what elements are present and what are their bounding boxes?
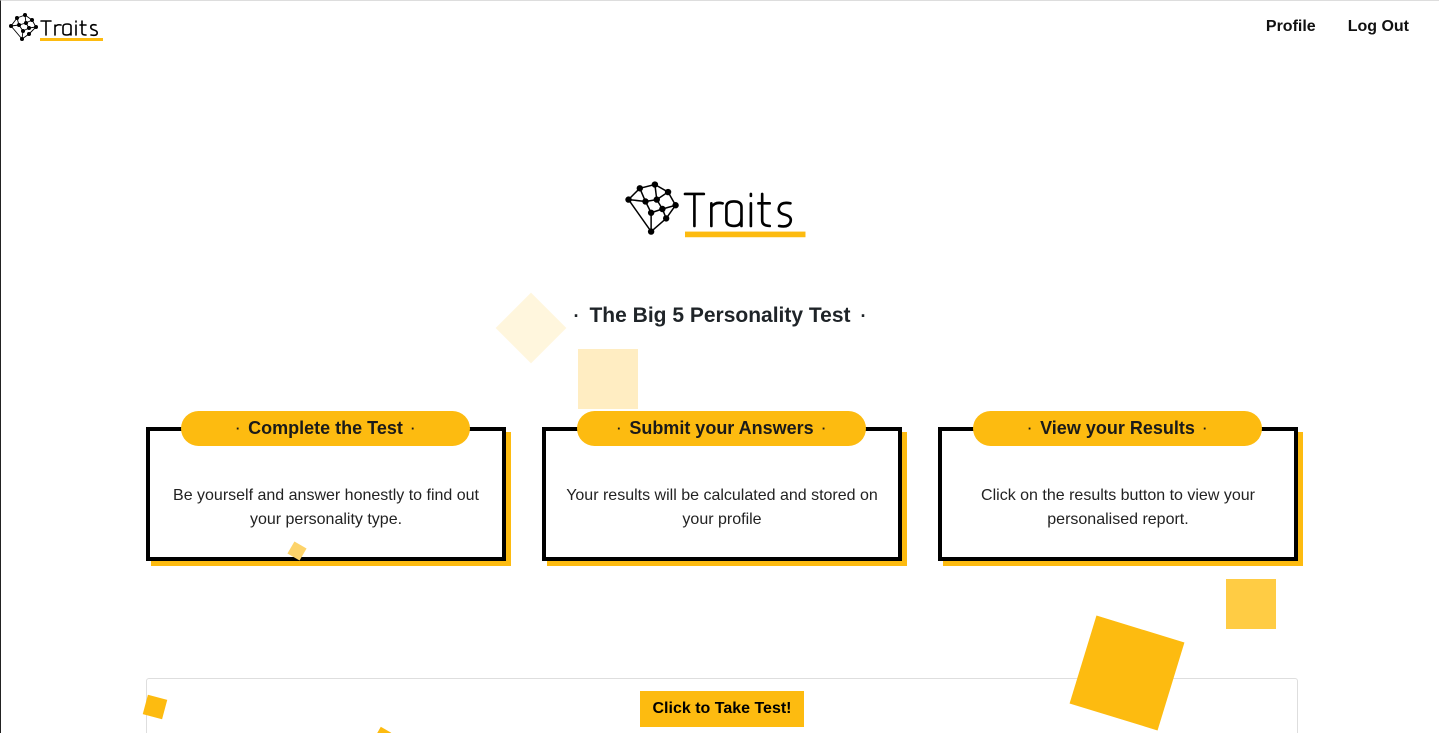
step-description: Be yourself and answer honestly to find … — [173, 487, 479, 528]
pill-dot: · — [821, 421, 827, 436]
step-title-pill: · View your Results · — [973, 411, 1262, 446]
step-title: Complete the Test — [248, 418, 403, 438]
take-test-button[interactable]: Click to Take Test! — [640, 691, 804, 727]
card-box: Be yourself and answer honestly to find … — [146, 427, 506, 561]
step-description: Click on the results button to view your… — [981, 487, 1255, 528]
decorative-square — [578, 349, 638, 409]
step-title-pill: · Complete the Test · — [181, 411, 470, 446]
title-dot-right: · — [860, 306, 867, 326]
step-title-pill: · Submit your Answers · — [577, 411, 866, 446]
pill-dot: · — [1202, 421, 1208, 436]
page: Profile Log Out · The Big 5 Personality … — [0, 0, 1439, 733]
page-title-text: The Big 5 Personality Test — [589, 304, 851, 327]
card-box: Click on the results button to view your… — [938, 427, 1298, 561]
step-title: View your Results — [1040, 418, 1195, 438]
page-title: · The Big 5 Personality Test · — [1, 304, 1439, 328]
card-box: Your results will be calculated and stor… — [542, 427, 902, 561]
step-card-submit-answers: Your results will be calculated and stor… — [542, 411, 907, 566]
step-description: Your results will be calculated and stor… — [566, 487, 878, 528]
pill-dot: · — [616, 421, 622, 436]
traits-logo[interactable] — [8, 9, 108, 43]
step-card-view-results: Click on the results button to view your… — [938, 411, 1303, 566]
title-dot-left: · — [573, 306, 580, 326]
pill-dot: · — [410, 421, 416, 436]
hero-traits-logo — [625, 181, 806, 238]
pill-dot: · — [235, 421, 241, 436]
navbar: Profile Log Out — [1, 1, 1439, 53]
nav-logout-link[interactable]: Log Out — [1348, 18, 1409, 36]
step-title: Submit your Answers — [629, 418, 814, 438]
step-card-complete-test: Be yourself and answer honestly to find … — [146, 411, 511, 566]
decorative-square — [1226, 579, 1276, 629]
nav-links: Profile Log Out — [1266, 18, 1409, 36]
nav-profile-link[interactable]: Profile — [1266, 18, 1316, 36]
pill-dot: · — [1027, 421, 1033, 436]
